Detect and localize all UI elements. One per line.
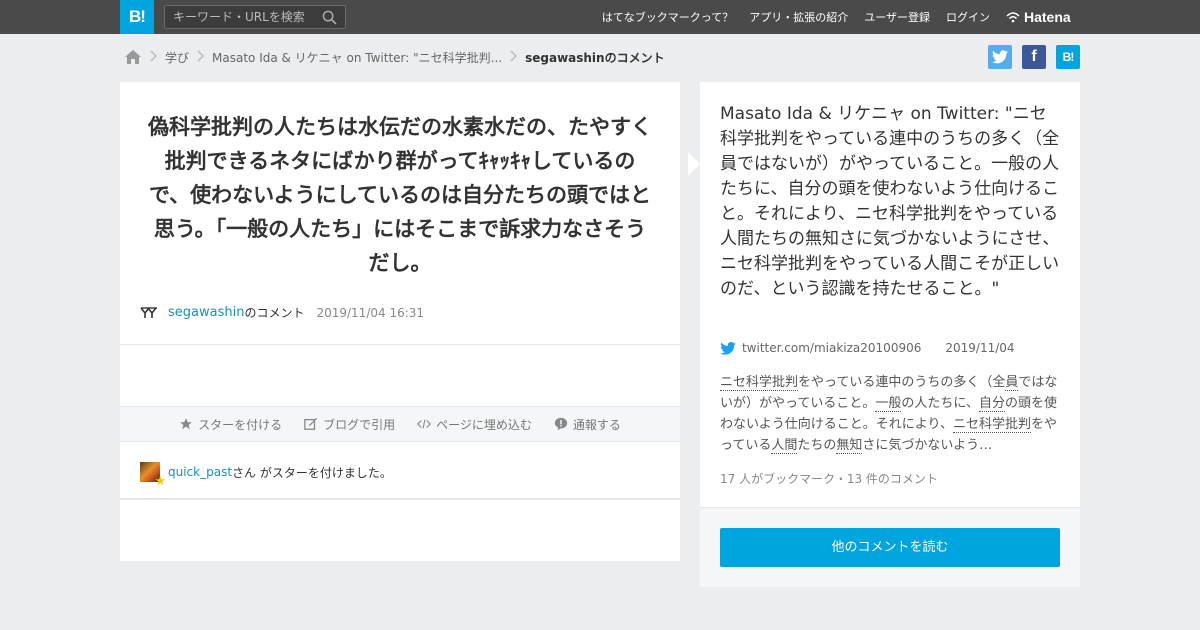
comment-suffix: のコメント bbox=[244, 306, 305, 320]
keyword-link[interactable]: 人間 bbox=[771, 438, 798, 454]
entry-card: Masato Ida & リケニャ on Twitter: "ニセ科学批判をやっ… bbox=[688, 82, 1080, 587]
alert-icon bbox=[554, 417, 568, 431]
blog-quote-button[interactable]: ブログで引用 bbox=[304, 416, 395, 433]
summary-text: をやっている連中のうちの多く（全 bbox=[798, 375, 1006, 390]
divider bbox=[120, 498, 680, 500]
keyword-link[interactable]: ニセ科学批判 bbox=[720, 375, 799, 391]
twitter-icon bbox=[992, 50, 1008, 64]
comment-username[interactable]: segawashin bbox=[168, 305, 244, 320]
bookmark-counts[interactable]: 17 人がブックマーク・13 件のコメント bbox=[720, 470, 938, 487]
chevron-right-icon bbox=[510, 49, 518, 65]
breadcrumb-current: segawashinのコメント bbox=[525, 50, 665, 65]
keyword-link[interactable]: 自分 bbox=[979, 396, 1006, 412]
nav-apps[interactable]: アプリ・拡張の紹介 bbox=[749, 9, 848, 25]
hatena-brand[interactable]: Hatena bbox=[1006, 8, 1071, 26]
star-notice-text: さん がスターを付けました。 bbox=[232, 465, 392, 480]
comment-meta: segawashin のコメント 2019/11/04 16:31 bbox=[140, 304, 424, 321]
facebook-share-button[interactable]: f bbox=[1022, 45, 1046, 69]
entry-date: 2019/11/04 bbox=[945, 341, 1015, 355]
entry-title[interactable]: Masato Ida & リケニャ on Twitter: "ニセ科学批判をやっ… bbox=[720, 102, 1062, 302]
entry-meta: twitter.com/miakiza20100906 2019/11/04 bbox=[720, 341, 1015, 355]
breadcrumb-category[interactable]: 学び bbox=[165, 49, 189, 66]
star-icon bbox=[180, 418, 192, 430]
hatena-brand-text: Hatena bbox=[1024, 9, 1071, 25]
avatar[interactable]: ★ bbox=[140, 462, 166, 488]
nav-register[interactable]: ユーザー登録 bbox=[864, 9, 930, 25]
code-icon bbox=[417, 419, 432, 429]
keyword-link[interactable]: 無知 bbox=[836, 438, 863, 454]
entry-domain[interactable]: twitter.com/miakiza20100906 bbox=[742, 341, 921, 355]
share-buttons: f B! bbox=[988, 45, 1080, 69]
breadcrumb-entry[interactable]: Masato Ida & リケニャ on Twitter: "ニセ科学批判... bbox=[212, 49, 502, 66]
user-avatar-icon[interactable] bbox=[140, 306, 158, 320]
add-star-button[interactable]: スターを付ける bbox=[179, 416, 282, 433]
hatena-wifi-icon bbox=[1006, 12, 1020, 23]
read-more-comments-button[interactable]: 他のコメントを読む bbox=[720, 528, 1060, 567]
keyword-link[interactable]: ニセ科学批判 bbox=[952, 417, 1031, 433]
summary-text: さに気づかないよう… bbox=[862, 438, 993, 453]
embed-button[interactable]: ページに埋め込む bbox=[417, 416, 532, 433]
report-button[interactable]: 通報する bbox=[554, 416, 621, 433]
card-pointer bbox=[688, 152, 700, 176]
entry-summary: ニセ科学批判をやっている連中のうちの多く（全員ではないが）がやっていること。一般… bbox=[720, 372, 1062, 456]
edit-icon bbox=[304, 417, 318, 430]
global-nav: はてなブックマークって？ アプリ・拡張の紹介 ユーザー登録 ログイン bbox=[602, 0, 990, 34]
star-icon: ★ bbox=[154, 474, 166, 489]
keyword-link[interactable]: 員 bbox=[1005, 375, 1019, 391]
comment-actions: スターを付ける ブログで引用 ページに埋め込む 通報する bbox=[120, 406, 680, 442]
comment-text: 偽科学批判の人たちは水伝だの水素水だの、たやすく批判できるネタにばかり群がってｷ… bbox=[148, 115, 652, 275]
embed-label: ページに埋め込む bbox=[436, 417, 532, 432]
report-label: 通報する bbox=[572, 417, 621, 432]
twitter-share-button[interactable] bbox=[988, 45, 1012, 69]
nav-about[interactable]: はてなブックマークって？ bbox=[602, 9, 733, 25]
search-icon[interactable] bbox=[322, 10, 337, 25]
hatena-share-button[interactable]: B! bbox=[1056, 45, 1080, 69]
hatena-bookmark-logo[interactable]: B! bbox=[120, 0, 154, 34]
chevron-right-icon bbox=[197, 49, 205, 65]
nav-login[interactable]: ログイン bbox=[946, 9, 990, 25]
search-input[interactable] bbox=[165, 6, 315, 28]
twitter-icon bbox=[720, 341, 736, 355]
search-box[interactable] bbox=[164, 5, 346, 29]
comment-card: 偽科学批判の人たちは水伝だの水素水だの、たやすく批判できるネタにばかり群がってｷ… bbox=[120, 82, 680, 561]
home-icon[interactable] bbox=[124, 49, 142, 65]
add-star-label: スターを付ける bbox=[198, 417, 283, 432]
summary-text: たちの bbox=[797, 438, 837, 453]
chevron-right-icon bbox=[150, 49, 158, 65]
blog-quote-label: ブログで引用 bbox=[323, 417, 396, 432]
more-comments-area: 他のコメントを読む bbox=[700, 507, 1080, 587]
star-username[interactable]: quick_past bbox=[168, 465, 232, 479]
global-header: B! はてなブックマークって？ アプリ・拡張の紹介 ユーザー登録 ログイン Ha… bbox=[0, 0, 1200, 34]
summary-text: の人たちに、 bbox=[901, 396, 979, 411]
breadcrumb: 学び Masato Ida & リケニャ on Twitter: "ニセ科学批判… bbox=[124, 46, 665, 68]
keyword-link[interactable]: 一般 bbox=[875, 396, 902, 412]
star-notice: ★ quick_past さん がスターを付けました。 bbox=[140, 462, 392, 488]
comment-date[interactable]: 2019/11/04 16:31 bbox=[316, 306, 424, 320]
divider bbox=[120, 344, 680, 345]
